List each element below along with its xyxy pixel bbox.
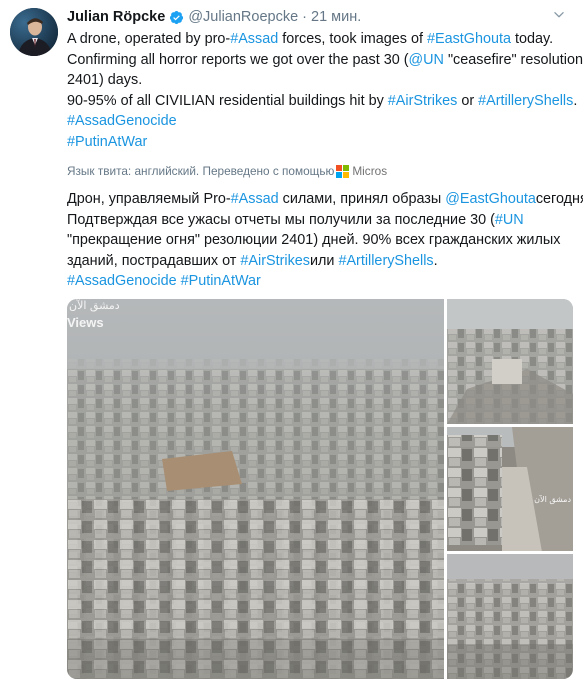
translated-text: Дрон, управляемый Pro-#Assad силами, при…	[67, 189, 583, 292]
text-line: "прекращение огня" резолюции 2401) дней.…	[67, 230, 572, 251]
text-segment: A drone, operated by pro-	[67, 31, 231, 47]
author-handle[interactable]: @JulianRoepcke	[188, 9, 298, 25]
hashtag-link[interactable]: #Assad	[230, 31, 278, 47]
hashtag-link[interactable]: #PutinAtWar	[67, 134, 147, 150]
photo-column: دمشق الآن	[447, 299, 573, 679]
text-segment: or	[457, 92, 479, 109]
text-segment: .	[433, 252, 438, 269]
hashtag-link[interactable]: #Assad	[231, 191, 279, 207]
text-line: #AssadGenocide #PutinAtWar	[67, 271, 572, 292]
mention-link[interactable]: @EastGhouta	[445, 191, 536, 207]
text-segment: 90-95% of all CIVILIAN residential build…	[67, 92, 388, 109]
separator-dot: ·	[302, 9, 307, 25]
hashtag-link[interactable]: #EastGhouta	[427, 31, 511, 47]
translation-bar: Язык твита: английский. Переведено с пом…	[67, 161, 572, 181]
text-segment: 2401) days.	[67, 72, 143, 88]
hashtag-link[interactable]: #AssadGenocide	[67, 113, 177, 129]
text-line: 90-95% of all CIVILIAN residential build…	[67, 91, 577, 112]
text-line: Подтверждая все ужасы отчеты мы получили…	[67, 210, 572, 231]
translator-name[interactable]: Micros	[352, 164, 387, 178]
text-line: 2401) days.	[67, 70, 572, 91]
text-segment: Confirming all horror reports we got ove…	[67, 51, 409, 68]
photo-small-1[interactable]	[447, 299, 573, 424]
text-line: Дрон, управляемый Pro-#Assad силами, при…	[67, 189, 583, 210]
text-line: #PutinAtWar	[67, 132, 572, 153]
photo-caption-arabic: دمشق الآن	[69, 299, 120, 312]
text-line: Confirming all horror reports we got ove…	[67, 50, 583, 71]
hashtag-link[interactable]: #AirStrikes	[240, 253, 310, 269]
photo-caption-arabic-2: دمشق الآن	[534, 494, 571, 504]
verified-badge-icon	[170, 10, 184, 24]
hashtag-link[interactable]: #AirStrikes	[388, 93, 458, 109]
hashtag-link[interactable]: #AssadGenocide	[67, 273, 177, 289]
chevron-down-icon[interactable]	[552, 8, 566, 22]
text-segment: forces, took images of	[278, 31, 427, 47]
text-segment: Подтверждая все ужасы отчеты мы получили…	[67, 211, 495, 228]
photo-main[interactable]: دمشق الآن Views	[67, 299, 444, 679]
hashtag-link[interactable]: #ArtilleryShells	[338, 253, 433, 269]
hashtag-link[interactable]: #PutinAtWar	[181, 273, 261, 289]
avatar[interactable]	[10, 8, 58, 56]
text-segment: today.	[511, 31, 554, 47]
hashtag-link[interactable]: #UN	[495, 212, 524, 228]
text-segment: "ceasefire" resolution	[443, 51, 583, 68]
photo-small-2[interactable]: دمشق الآن	[447, 426, 573, 552]
tweet-text: A drone, operated by pro-#Assad forces, …	[67, 29, 583, 153]
photo-small-3[interactable]	[447, 554, 573, 679]
text-line: зданий, пострадавших от #AirStrikesили #…	[67, 251, 572, 272]
media-grid: دمشق الآن Views دمشق الآن	[67, 299, 573, 679]
text-segment: зданий, пострадавших от	[67, 252, 241, 269]
photo-caption-views: Views	[67, 315, 104, 330]
text-segment: .	[573, 92, 578, 109]
text-segment: "прекращение огня" резолюции 2401) дней.…	[67, 232, 561, 248]
text-segment: Дрон, управляемый Pro-	[67, 191, 231, 207]
text-segment: сегодня.	[535, 191, 583, 207]
microsoft-logo-icon	[336, 164, 350, 178]
text-segment: силами, принял образы	[278, 191, 446, 207]
text-line: A drone, operated by pro-#Assad forces, …	[67, 29, 572, 50]
mention-link[interactable]: @UN	[409, 52, 444, 68]
tweet-content: Julian Röpcke @JulianRoepcke · 21 мин. A…	[67, 6, 583, 292]
text-line: #AssadGenocide	[67, 111, 572, 132]
author-name[interactable]: Julian Röpcke	[67, 9, 165, 25]
tweet: Julian Röpcke @JulianRoepcke · 21 мин. A…	[0, 0, 583, 686]
hashtag-link[interactable]: #ArtilleryShells	[478, 93, 573, 109]
tweet-timestamp[interactable]: 21 мин.	[311, 9, 361, 25]
text-segment: или	[309, 252, 339, 269]
translation-label: Язык твита: английский. Переведено с пом…	[67, 164, 335, 178]
tweet-header: Julian Röpcke @JulianRoepcke · 21 мин.	[67, 6, 572, 28]
